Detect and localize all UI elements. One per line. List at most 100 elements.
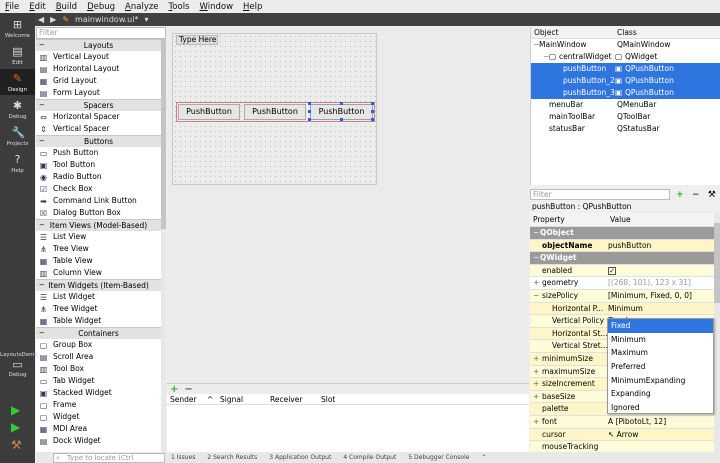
resize-handle[interactable] — [371, 110, 374, 113]
expand-icon[interactable]: + — [533, 366, 539, 379]
widget-item[interactable]: ⋔ Tree Widget — [36, 303, 161, 315]
property-filter-input[interactable]: Filter — [530, 189, 670, 200]
mode-edit[interactable]: ▤ Edit — [0, 42, 35, 68]
widget-box-scrollbar[interactable] — [161, 39, 166, 452]
collapse-icon[interactable]: − — [39, 280, 45, 291]
editor-tab-filename[interactable]: mainwindow.ui* — [72, 15, 141, 24]
widget-item[interactable]: ⋔ Tree View — [36, 243, 161, 255]
mode-projects[interactable]: 🔧 Projects — [0, 123, 35, 149]
expand-icon[interactable]: + — [533, 378, 539, 391]
widget-item[interactable]: ▢ Frame — [36, 399, 161, 411]
menu-window[interactable]: Window — [195, 2, 239, 12]
run-icon[interactable]: ▶ — [11, 403, 20, 417]
build-icon[interactable]: ⚒ — [11, 438, 22, 452]
object-tree-row[interactable]: − ▢ centralWidget ▢ QWidget — [531, 51, 720, 63]
resize-handle[interactable] — [340, 118, 343, 121]
collapse-icon[interactable]: − — [39, 40, 45, 51]
object-tree-row[interactable]: mainToolBar QToolBar — [531, 111, 720, 123]
collapse-icon[interactable]: − — [533, 252, 539, 265]
column-property[interactable]: Property — [533, 213, 565, 227]
widget-item[interactable]: ☰ List View — [36, 231, 161, 243]
widget-item[interactable]: ☰ List Widget — [36, 291, 161, 303]
menu-tools[interactable]: Tools — [164, 2, 195, 12]
menu-build[interactable]: Build — [51, 2, 82, 12]
dropdown-option[interactable]: Ignored — [608, 401, 713, 415]
widget-filter-input[interactable]: Filter — [36, 27, 166, 39]
forward-arrow-icon[interactable]: ▶ — [47, 15, 59, 24]
back-arrow-icon[interactable]: ◀ — [35, 15, 47, 24]
widget-item[interactable]: ▦ MDI Area — [36, 423, 161, 435]
expand-icon[interactable]: + — [533, 416, 539, 429]
mode-design[interactable]: ✎ Design — [0, 69, 35, 95]
configure-icon[interactable]: ⚒ — [708, 190, 716, 200]
property-row[interactable]: Horizontal P... Minimum — [530, 302, 714, 316]
widget-item[interactable]: ▤ Form Layout — [36, 87, 161, 99]
widget-item[interactable]: ☒ Dialog Button Box — [36, 207, 161, 219]
debug-run-icon[interactable]: ▶ — [11, 420, 20, 434]
dropdown-option[interactable]: Preferred — [608, 360, 713, 374]
widget-item[interactable]: ▤ Horizontal Layout — [36, 63, 161, 75]
push-button-1[interactable]: PushButton — [178, 104, 240, 120]
column-value[interactable]: Value — [610, 213, 631, 227]
widget-category[interactable]: − Containers — [36, 327, 161, 339]
resize-handle[interactable] — [308, 102, 311, 105]
collapse-icon[interactable]: − — [39, 100, 45, 111]
remove-connection-button[interactable]: − — [184, 384, 192, 395]
widget-item[interactable]: ▢ Group Box — [36, 339, 161, 351]
widget-item[interactable]: ▦ Table View — [36, 255, 161, 267]
dropdown-option[interactable]: Maximum — [608, 346, 713, 360]
collapse-icon[interactable]: − — [39, 220, 45, 231]
output-pane-tab[interactable]: 4 Compile Output — [337, 454, 402, 461]
property-row[interactable]: enabled ✓ — [530, 264, 714, 278]
property-row[interactable]: cursor ↖ Arrow — [530, 428, 714, 442]
widget-category[interactable]: − Item Views (Model-Based) — [36, 219, 161, 231]
resize-handle[interactable] — [371, 102, 374, 105]
widget-item[interactable]: ▣ Tool Button — [36, 159, 161, 171]
pane-toggle-icon[interactable]: ⌃ — [475, 454, 492, 461]
column-slot[interactable]: Slot — [321, 395, 335, 404]
menu-file[interactable]: File — [0, 2, 24, 12]
object-tree-row[interactable]: pushButton_2 ▣ QPushButton — [531, 75, 720, 87]
property-editor-scrollbar[interactable] — [714, 213, 720, 463]
property-row[interactable]: objectName pushButton — [530, 239, 714, 253]
widget-item[interactable]: ▭ Push Button — [36, 147, 161, 159]
output-pane-tab[interactable]: 1 Issues — [165, 454, 201, 461]
dropdown-option[interactable]: MinimumExpanding — [608, 374, 713, 388]
property-value[interactable]: A [PibotoLt, 12] — [608, 416, 666, 429]
output-pane-tab[interactable]: 5 Debugger Console — [402, 454, 475, 461]
expand-icon[interactable]: + — [533, 277, 539, 290]
widget-item[interactable]: ▢ Widget — [36, 411, 161, 423]
add-connection-button[interactable]: + — [170, 384, 178, 395]
column-class[interactable]: Class — [617, 28, 637, 37]
remove-property-icon[interactable]: − — [692, 190, 700, 200]
property-value[interactable]: [(268, 101), 123 x 31] — [608, 277, 691, 290]
widget-category[interactable]: − Item Widgets (Item-Based) — [36, 279, 161, 291]
property-row[interactable]: + font A [PibotoLt, 12] — [530, 415, 714, 429]
widget-item[interactable]: ▭ Tab Widget — [36, 375, 161, 387]
collapse-icon[interactable]: − — [533, 227, 539, 240]
resize-handle[interactable] — [308, 110, 311, 113]
menu-help[interactable]: Help — [238, 2, 267, 12]
resize-handle[interactable] — [308, 118, 311, 121]
dropdown-option[interactable]: Expanding — [608, 387, 713, 401]
menu-type-here[interactable]: Type Here — [176, 35, 218, 45]
column-object[interactable]: Object — [534, 28, 558, 37]
mode-help[interactable]: ? Help — [0, 150, 35, 176]
expand-icon[interactable]: − — [533, 290, 539, 303]
tab-dropdown-icon[interactable]: ▾ — [141, 15, 151, 24]
widget-category[interactable]: − Spacers — [36, 99, 161, 111]
size-policy-dropdown[interactable]: Fixed Minimum Maximum Preferred MinimumExpan… — [607, 318, 714, 414]
object-tree-row[interactable]: pushButton ▣ QPushButton — [531, 63, 720, 75]
mode-welcome[interactable]: ⊞ Welcome — [0, 15, 35, 41]
widget-item[interactable]: ⇔ Horizontal Spacer — [36, 111, 161, 123]
object-tree-row[interactable]: pushButton_3 ▣ QPushButton — [531, 87, 720, 99]
collapse-icon[interactable]: − — [39, 328, 45, 339]
widget-item[interactable]: ▤ Dock Widget — [36, 435, 161, 447]
widget-item[interactable]: ▦ Table Widget — [36, 315, 161, 327]
menu-edit[interactable]: Edit — [24, 2, 50, 12]
column-signal[interactable]: Signal — [220, 395, 243, 404]
mode-debug[interactable]: ✱ Debug — [0, 96, 35, 122]
dropdown-option[interactable]: Fixed — [608, 319, 713, 333]
widget-item[interactable]: ◉ Radio Button — [36, 171, 161, 183]
property-row[interactable]: + geometry [(268, 101), 123 x 31] — [530, 277, 714, 290]
